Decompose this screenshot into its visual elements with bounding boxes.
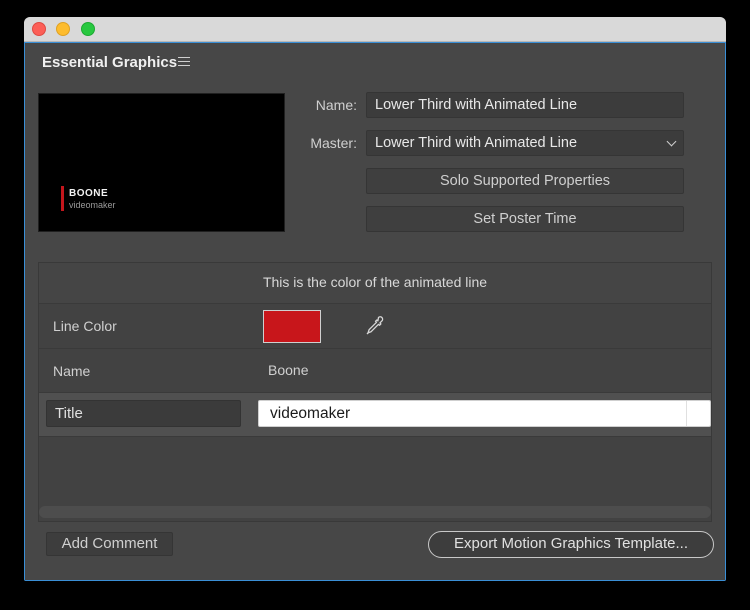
title-property-label[interactable]: Title: [46, 400, 241, 427]
title-text-input[interactable]: videomaker: [258, 400, 711, 427]
master-field-label: Master:: [310, 135, 357, 151]
preview-sub-text: videomaker: [69, 200, 116, 210]
line-color-label: Line Color: [53, 318, 117, 334]
close-window-button[interactable]: [32, 22, 46, 36]
title-input-end-cap: [686, 401, 710, 426]
name-property-value: Boone: [268, 362, 309, 378]
master-dropdown-value: Lower Third with Animated Line: [375, 135, 578, 151]
preview-name-text: BOONE: [69, 188, 109, 199]
chevron-down-icon: [666, 136, 677, 147]
name-field-label: Name:: [315, 97, 357, 113]
essential-graphics-panel: Essential Graphics BOONE videomaker Name…: [24, 42, 726, 581]
solo-supported-properties-button[interactable]: Solo Supported Properties: [366, 168, 684, 194]
graphic-preview: BOONE videomaker: [38, 93, 285, 232]
set-poster-time-button[interactable]: Set Poster Time: [366, 206, 684, 232]
master-dropdown[interactable]: Lower Third with Animated Line: [366, 130, 684, 156]
add-comment-button[interactable]: Add Comment: [46, 532, 173, 556]
line-color-row: Line Color: [39, 305, 711, 349]
eyedropper-icon[interactable]: [364, 315, 386, 337]
hamburger-menu-icon[interactable]: [178, 57, 190, 67]
line-color-swatch[interactable]: [263, 310, 321, 343]
minimize-window-button[interactable]: [56, 22, 70, 36]
window-titlebar[interactable]: [24, 17, 726, 42]
essential-graphics-window: Essential Graphics BOONE videomaker Name…: [24, 17, 726, 581]
properties-horizontal-scrollbar[interactable]: [39, 506, 711, 518]
maximize-window-button[interactable]: [81, 22, 95, 36]
properties-section: This is the color of the animated line L…: [38, 262, 712, 522]
template-name-input[interactable]: Lower Third with Animated Line: [366, 92, 684, 118]
name-property-label: Name: [53, 363, 91, 379]
title-input-value: videomaker: [270, 405, 351, 422]
name-row: Name Boone: [39, 349, 711, 393]
property-description: This is the color of the animated line: [39, 263, 711, 304]
preview-animated-line: [61, 186, 64, 211]
export-motion-graphics-template-button[interactable]: Export Motion Graphics Template...: [428, 531, 714, 558]
panel-title: Essential Graphics: [42, 54, 178, 71]
title-row: Title videomaker: [39, 393, 711, 437]
